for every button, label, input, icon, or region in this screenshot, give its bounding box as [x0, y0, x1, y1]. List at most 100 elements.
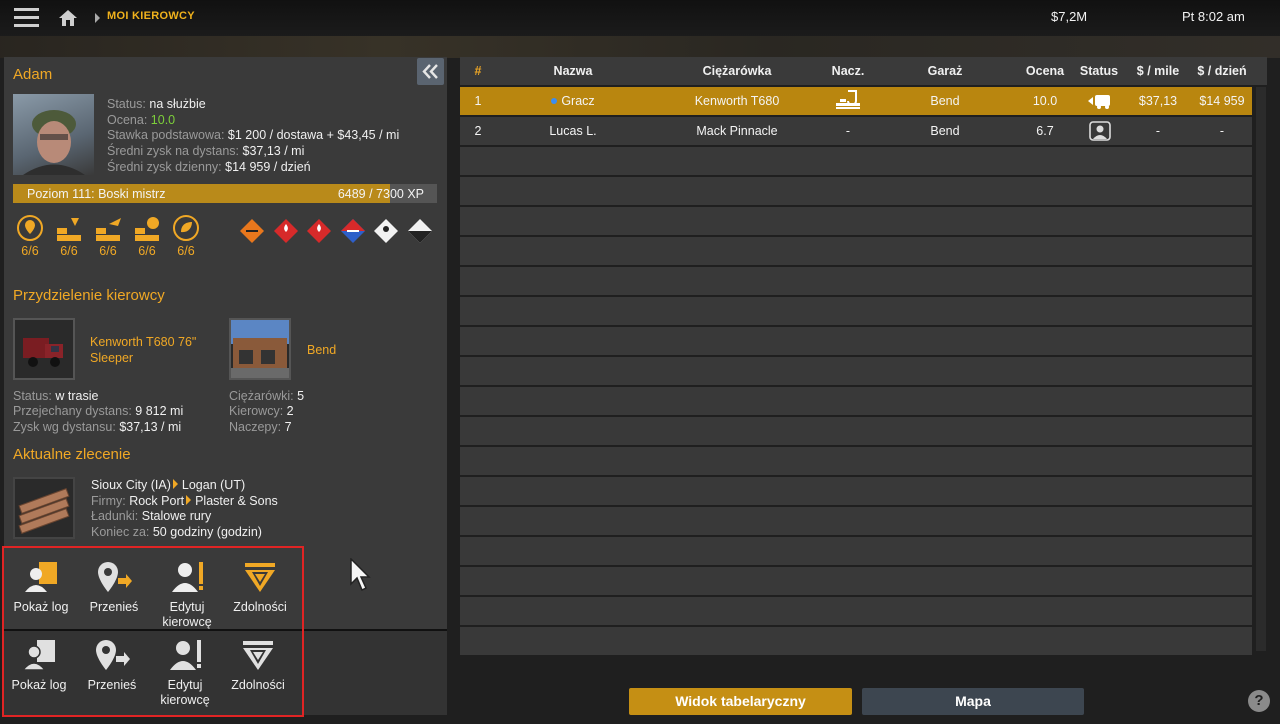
driver-avg-distance-profit: Średni zysk na dystans: $37,13 / mi	[107, 144, 305, 158]
empty-table-row	[460, 237, 1252, 265]
collapse-button[interactable]	[417, 58, 444, 85]
cell-truck: Mack Pinnacle	[696, 124, 778, 138]
game-clock: Pt 8:02 am	[1182, 9, 1245, 24]
idle-status-icon	[1089, 121, 1111, 141]
cell-trailer: -	[845, 124, 851, 138]
col-name[interactable]: Nazwa	[530, 64, 616, 78]
truck-distance: Przejechany dystans: 9 812 mi	[13, 404, 184, 418]
skill-level: 6/6	[21, 244, 39, 258]
home-icon[interactable]	[58, 8, 78, 28]
skill-high-value[interactable]: 6/6	[94, 214, 122, 258]
assigned-garage-link[interactable]: Bend	[307, 342, 336, 358]
skill-eco[interactable]: 6/6	[172, 214, 200, 258]
flammable-liquid-icon	[306, 218, 332, 244]
col-per-day[interactable]: $ / dzień	[1190, 64, 1254, 78]
cell-rating: 6.7	[1036, 124, 1054, 138]
job-deadline: Koniec za: 50 godziny (godzin)	[91, 525, 262, 539]
dangerous-when-wet-icon	[340, 218, 366, 244]
highlight-box	[2, 546, 304, 717]
cargo-thumbnail	[13, 477, 75, 539]
truck-thumbnail	[13, 318, 75, 380]
cell-rating: 10.0	[1032, 94, 1058, 108]
cell-number: 2	[474, 124, 482, 138]
empty-table-row	[460, 147, 1252, 175]
trailer-hook-icon	[836, 90, 860, 109]
mouse-cursor-icon	[350, 557, 372, 597]
help-button[interactable]: ?	[1248, 690, 1270, 712]
driver-name: Adam	[13, 66, 53, 83]
col-trailer[interactable]: Nacz.	[815, 64, 881, 78]
assigned-truck-link[interactable]: Kenworth T680 76" Sleeper	[90, 334, 220, 366]
col-status[interactable]: Status	[1072, 64, 1126, 78]
double-chevron-left-icon	[422, 64, 438, 79]
driver-avatar	[13, 94, 94, 175]
col-rating[interactable]: Ocena	[1012, 64, 1078, 78]
skill-adr[interactable]: 6/6	[16, 214, 44, 258]
col-truck[interactable]: Ciężarówka	[672, 64, 802, 78]
col-garage[interactable]: Garaż	[912, 64, 978, 78]
table-row[interactable]: 1 Gracz Kenworth T680 Bend 10.0 $37,13 $…	[460, 87, 1252, 115]
background-strip	[0, 36, 1280, 58]
cell-name: Lucas L.	[549, 124, 597, 138]
skill-level: 6/6	[60, 244, 78, 258]
col-per-mile[interactable]: $ / mile	[1128, 64, 1188, 78]
skill-level: 6/6	[138, 244, 156, 258]
empty-table-row	[460, 357, 1252, 385]
driving-status-icon	[1088, 95, 1110, 109]
empty-table-row	[460, 567, 1252, 595]
garage-drivers: Kierowcy: 2	[229, 404, 294, 418]
cell-per-mile: $37,13	[1138, 94, 1178, 108]
skill-fragile[interactable]: 6/6	[133, 214, 161, 258]
driver-level: Poziom 111: Boski mistrz	[27, 187, 166, 201]
cell-status	[1088, 121, 1112, 144]
cargo-diamond-icon	[57, 218, 81, 241]
empty-table-row	[460, 447, 1252, 475]
assignment-title: Przydzielenie kierowcy	[13, 287, 165, 304]
garage-thumbnail	[229, 318, 291, 380]
menu-icon[interactable]	[14, 8, 39, 28]
skill-long-distance[interactable]: 6/6	[55, 214, 83, 258]
cell-number: 1	[474, 94, 482, 108]
job-route: Sioux City (IA) Logan (UT)	[91, 478, 246, 492]
flammable-gas-icon	[273, 218, 299, 244]
truck-profit: Zysk wg dystansu: $37,13 / mi	[13, 420, 182, 434]
empty-table-row	[460, 507, 1252, 535]
empty-table-row	[460, 387, 1252, 415]
table-row[interactable]: 2 Lucas L. Mack Pinnacle - Bend 6.7 - -	[460, 117, 1252, 145]
money-display: $7,2M	[1051, 9, 1088, 24]
empty-table-row	[460, 417, 1252, 445]
empty-table-row	[460, 627, 1252, 655]
job-cargo: Ładunki: Stalowe rury	[91, 509, 212, 523]
player-dot-icon	[551, 98, 558, 104]
truck-status: Status: w trasie	[13, 389, 99, 403]
cargo-clock-icon	[135, 217, 159, 241]
cell-per-mile: -	[1155, 124, 1161, 138]
job-title: Aktualne zlecenie	[13, 446, 131, 463]
breadcrumb: MOI KIEROWCY	[107, 10, 195, 22]
driver-status: Status: na służbie	[107, 97, 206, 111]
location-pin-icon	[17, 215, 43, 241]
driver-avg-daily-profit: Średni zysk dzienny: $14 959 / dzień	[107, 160, 311, 174]
map-view-button[interactable]: Mapa	[862, 688, 1084, 715]
empty-table-row	[460, 327, 1252, 355]
garage-trucks: Ciężarówki: 5	[229, 389, 305, 403]
table-view-button[interactable]: Widok tabelaryczny	[629, 688, 852, 715]
driver-xp: 6489 / 7300 XP	[337, 187, 424, 201]
cell-per-day: $14 959	[1199, 94, 1245, 108]
job-companies: Firmy: Rock Port Plaster & Sons	[91, 494, 278, 508]
route-arrow-icon	[172, 479, 178, 489]
col-number[interactable]: #	[472, 64, 484, 78]
eco-icon	[173, 215, 199, 241]
route-arrow-icon	[186, 495, 192, 505]
cell-garage: Bend	[930, 94, 960, 108]
cell-garage: Bend	[930, 124, 960, 138]
empty-table-row	[460, 477, 1252, 505]
xp-progress-bar: Poziom 111: Boski mistrz 6489 / 7300 XP	[13, 184, 437, 203]
empty-table-row	[460, 597, 1252, 625]
table-scrollbar[interactable]	[1256, 87, 1266, 651]
cargo-plane-icon	[96, 218, 121, 241]
garage-trailers: Naczepy: 7	[229, 420, 292, 434]
skill-level: 6/6	[177, 244, 195, 258]
breadcrumb-arrow-icon	[95, 13, 100, 23]
empty-table-row	[460, 267, 1252, 295]
